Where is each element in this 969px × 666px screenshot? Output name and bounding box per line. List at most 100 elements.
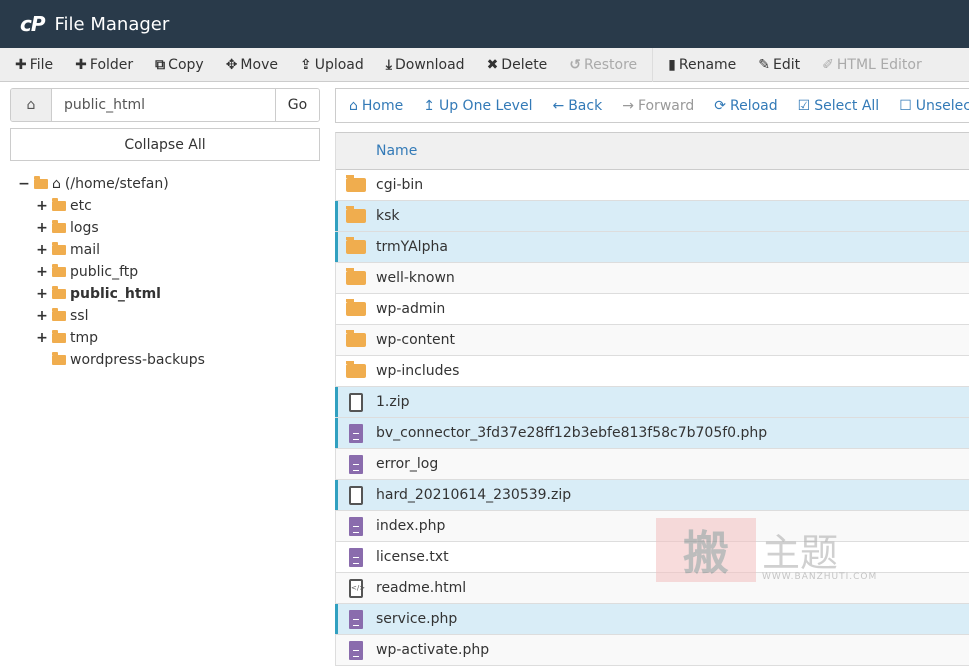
tree-item-ssl[interactable]: + ssl bbox=[18, 305, 320, 327]
toolbar-label: Rename bbox=[678, 56, 737, 73]
go-button[interactable]: Go bbox=[275, 89, 319, 121]
tree-root[interactable]: − ⌂ (/home/stefan) bbox=[18, 173, 320, 195]
file-row[interactable]: 1.zip bbox=[335, 387, 969, 418]
copy-icon: ⧉ bbox=[155, 56, 166, 73]
file-icon-cell bbox=[336, 330, 376, 347]
nav-reload-button[interactable]: ⟳ Reload bbox=[704, 98, 787, 114]
nav-label: Back bbox=[568, 97, 603, 114]
file-name: service.php bbox=[376, 611, 458, 627]
tree-item-public_html[interactable]: + public_html bbox=[18, 283, 320, 305]
file-name: index.php bbox=[376, 518, 446, 534]
edit-icon: ✎ bbox=[758, 56, 771, 73]
path-input[interactable] bbox=[52, 89, 275, 121]
file-row[interactable]: license.txt bbox=[336, 542, 969, 573]
text-file-icon bbox=[349, 454, 363, 474]
home-icon[interactable]: ⌂ bbox=[11, 89, 52, 121]
file-row[interactable]: ksk bbox=[335, 201, 969, 232]
toolbar-edit-button[interactable]: ✎ Edit bbox=[747, 57, 811, 73]
tree-item-wordpress-backups[interactable]: wordpress-backups bbox=[18, 349, 320, 371]
nav-select-all-button[interactable]: ☑ Select All bbox=[788, 98, 890, 114]
move-icon: ✥ bbox=[225, 56, 238, 73]
toolbar-copy-button[interactable]: ⧉ Copy bbox=[144, 57, 215, 73]
file-row[interactable]: wp-activate.php bbox=[336, 635, 969, 666]
file-icon-cell bbox=[336, 609, 376, 629]
file-row[interactable]: wp-includes bbox=[336, 356, 969, 387]
tree-item-public_ftp[interactable]: + public_ftp bbox=[18, 261, 320, 283]
collapse-all-button[interactable]: Collapse All bbox=[10, 128, 320, 161]
expand-icon[interactable]: + bbox=[36, 242, 48, 258]
collapse-icon[interactable]: − bbox=[18, 176, 30, 192]
tree-item-label: wordpress-backups bbox=[70, 352, 205, 368]
expand-icon[interactable]: + bbox=[36, 198, 48, 214]
tree-item-label: mail bbox=[70, 242, 100, 258]
toolbar-label: HTML Editor bbox=[836, 56, 922, 73]
toolbar-download-button[interactable]: ⤓ Download bbox=[375, 57, 476, 73]
nav-home-button[interactable]: ⌂ Home bbox=[339, 98, 413, 114]
toolbar-delete-button[interactable]: ✖ Delete bbox=[476, 57, 559, 73]
nav-up-one-level-button[interactable]: ↥ Up One Level bbox=[413, 98, 542, 114]
tree-item-tmp[interactable]: + tmp bbox=[18, 327, 320, 349]
folder-icon bbox=[52, 330, 66, 343]
expand-icon[interactable]: + bbox=[36, 330, 48, 346]
upload-icon: ⇪ bbox=[299, 56, 312, 73]
cpanel-logo[interactable]: cP bbox=[20, 12, 45, 36]
file-row[interactable]: cgi-bin bbox=[336, 170, 969, 201]
toolbar-rename-button[interactable]: ▮ Rename bbox=[657, 57, 747, 73]
expand-icon[interactable]: + bbox=[36, 286, 48, 302]
file-row[interactable]: well-known bbox=[336, 263, 969, 294]
expand-icon[interactable]: + bbox=[36, 220, 48, 236]
file-row[interactable]: wp-content bbox=[336, 325, 969, 356]
zip-file-icon bbox=[349, 485, 363, 505]
file-row[interactable]: bv_connector_3fd37e28ff12b3ebfe813f58c7b… bbox=[335, 418, 969, 449]
tree-item-label: public_ftp bbox=[70, 264, 139, 280]
file-row[interactable]: wp-admin bbox=[336, 294, 969, 325]
toolbar-file-button[interactable]: ✚ File bbox=[4, 57, 64, 73]
file-name: cgi-bin bbox=[376, 177, 424, 193]
nav-back-button[interactable]: ← Back bbox=[542, 98, 612, 114]
column-header-name[interactable]: Name bbox=[336, 133, 969, 170]
toolbar-label: Copy bbox=[168, 56, 204, 73]
file-row[interactable]: </> readme.html bbox=[336, 573, 969, 604]
tree-item-etc[interactable]: + etc bbox=[18, 195, 320, 217]
file-row[interactable]: service.php bbox=[335, 604, 969, 635]
file-row[interactable]: index.php bbox=[336, 511, 969, 542]
file-name: wp-includes bbox=[376, 363, 460, 379]
toolbar-label: Delete bbox=[501, 56, 548, 73]
file-icon-cell bbox=[336, 206, 376, 223]
toolbar-label: Folder bbox=[89, 56, 134, 73]
file-icon-cell bbox=[336, 392, 376, 412]
file-icon-cell bbox=[336, 237, 376, 254]
nav-forward-button[interactable]: → Forward bbox=[612, 98, 704, 114]
toolbar-move-button[interactable]: ✥ Move bbox=[215, 57, 289, 73]
tree-item-mail[interactable]: + mail bbox=[18, 239, 320, 261]
open-folder-icon bbox=[34, 176, 48, 189]
file-row[interactable]: hard_20210614_230539.zip bbox=[335, 480, 969, 511]
file-name: 1.zip bbox=[376, 394, 410, 410]
nav-label: Reload bbox=[729, 97, 778, 114]
left-panel: ⌂ Go Collapse All − ⌂ (/home/stefan) + et… bbox=[10, 88, 320, 371]
file-icon-cell bbox=[336, 423, 376, 443]
text-file-icon bbox=[349, 423, 363, 443]
expand-icon[interactable]: + bbox=[36, 264, 48, 280]
nav-unselect-all-button[interactable]: ☐Unselect All bbox=[889, 98, 969, 114]
expand-icon[interactable]: + bbox=[36, 308, 48, 324]
toolbar-upload-button[interactable]: ⇪ Upload bbox=[289, 57, 375, 73]
file-row[interactable]: trmYAlpha bbox=[335, 232, 969, 263]
folder-icon bbox=[346, 268, 366, 285]
toolbar-restore-button[interactable]: ↺ Restore bbox=[558, 57, 648, 73]
delete-icon: ✖ bbox=[486, 56, 499, 73]
tree-item-logs[interactable]: + logs bbox=[18, 217, 320, 239]
folder-icon bbox=[346, 299, 366, 316]
file-row[interactable]: error_log bbox=[336, 449, 969, 480]
file-icon-cell bbox=[336, 454, 376, 474]
toolbar-folder-button[interactable]: ✚ Folder bbox=[64, 57, 144, 73]
toolbar-html-editor-button[interactable]: ✐ HTML Editor bbox=[811, 57, 933, 73]
select-all-icon: ☑ bbox=[797, 97, 811, 114]
file-name: license.txt bbox=[376, 549, 449, 565]
file-list-panel: ⌂ Home ↥ Up One Level ← Back → Forward ⟳ Reload ☑ S… bbox=[335, 88, 969, 666]
toolbar-label: Edit bbox=[773, 56, 801, 73]
file-name: bv_connector_3fd37e28ff12b3ebfe813f58c7b… bbox=[376, 425, 768, 441]
nav-label: Select All bbox=[814, 97, 880, 114]
tree-root-label: (/home/stefan) bbox=[64, 176, 169, 192]
file-name: error_log bbox=[376, 456, 439, 472]
